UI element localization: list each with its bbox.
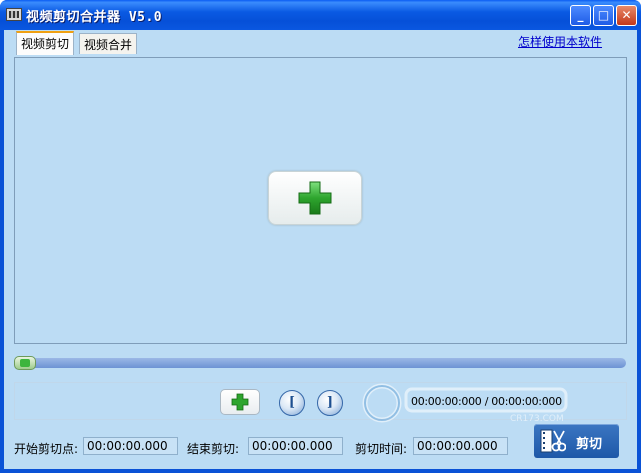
plus-icon: [298, 181, 332, 215]
close-button[interactable]: ✕: [616, 5, 637, 26]
time-readout: 00:00:00:000 / 00:00:00:000: [411, 395, 562, 408]
cut-button[interactable]: 剪切: [534, 424, 619, 458]
help-link[interactable]: 怎样使用本软件: [518, 33, 602, 50]
bracket-left-icon: [: [288, 395, 296, 410]
seek-bar[interactable]: [14, 356, 626, 370]
minimize-button[interactable]: _: [570, 5, 591, 26]
client-area: 视频剪切 视频合并 怎样使用本软件 [] CR173.COM 00:00:00…: [4, 30, 637, 469]
start-point-field[interactable]: 00:00:00.000: [83, 437, 178, 455]
set-end-button[interactable]: ]: [317, 390, 343, 416]
add-video-button[interactable]: [268, 171, 362, 225]
tab-video-cut[interactable]: 视频剪切: [16, 31, 75, 55]
svg-text:CR173.COM: CR173.COM: [510, 414, 564, 424]
plus-icon: [231, 393, 249, 411]
maximize-button[interactable]: □: [593, 5, 614, 26]
duration-label: 剪切时间:: [355, 442, 408, 456]
open-file-button[interactable]: [220, 389, 260, 415]
cut-button-label: 剪切: [576, 437, 603, 452]
cut-panel: 视频剪切 视频合并 怎样使用本软件 [] CR173.COM 00:00:00…: [4, 30, 637, 469]
title-bar[interactable]: 视频剪切合并器 V5.0 _ □ ✕: [0, 0, 641, 30]
scissors-icon: [540, 429, 566, 453]
end-point-field[interactable]: 00:00:00.000: [248, 437, 343, 455]
main-window: 视频剪切合并器 V5.0 _ □ ✕ 视频剪切 视频合并 怎样使用本软件 []…: [0, 0, 641, 473]
end-point-label: 结束剪切:: [187, 442, 240, 456]
tab-video-merge[interactable]: 视频合并: [79, 33, 138, 54]
start-point-label: 开始剪切点:: [14, 442, 79, 456]
control-bar: [ ] CR173.COM 00:00:00:000 / 00:00:00:00…: [14, 382, 627, 424]
window-title: 视频剪切合并器 V5.0: [26, 10, 163, 25]
duration-field[interactable]: 00:00:00.000: [413, 437, 508, 455]
bracket-right-icon: ]: [326, 395, 334, 410]
film-icon: [6, 8, 22, 21]
set-start-button[interactable]: [: [279, 390, 305, 416]
video-preview-area: [14, 57, 627, 344]
seek-thumb[interactable]: [14, 356, 36, 370]
